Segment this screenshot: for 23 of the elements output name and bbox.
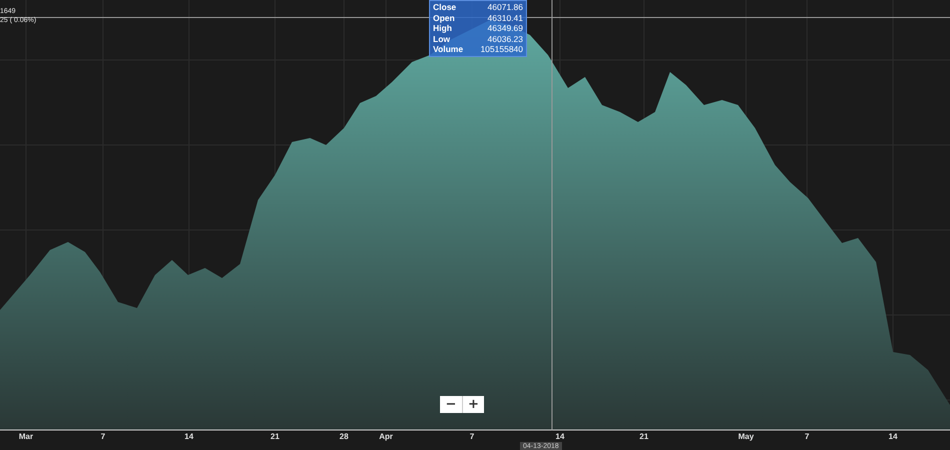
axis-label: 7 <box>100 432 106 442</box>
tooltip-value: 46036.23 <box>486 34 523 44</box>
axis-label: Mar <box>18 432 34 442</box>
tooltip-value: 46310.41 <box>486 12 523 24</box>
axis-label: May <box>738 432 754 442</box>
axis-label: 14 <box>888 432 898 442</box>
axis-label: 7 <box>804 432 810 442</box>
tooltip-label: Volume <box>433 44 464 55</box>
axis-label: 28 <box>340 432 348 442</box>
tooltip-value: 105155840 <box>479 44 523 55</box>
tooltip-label: Low <box>433 34 451 44</box>
axis-label: 21 <box>270 432 280 442</box>
tooltip-label: High <box>433 23 453 34</box>
zoom-in-button[interactable]: + <box>462 396 484 413</box>
axis-label: 7 <box>470 432 474 442</box>
axis-label: 14 <box>556 432 564 442</box>
tooltip-value: 46349.69 <box>486 23 523 34</box>
tooltip-label: Close <box>433 2 458 13</box>
axis-label: Apr <box>379 432 393 442</box>
axis-label: 21 <box>640 432 648 442</box>
tooltip-label: Open <box>433 12 456 24</box>
axis-label: 14 <box>184 432 194 442</box>
tooltip-value: 46071.86 <box>486 2 523 13</box>
